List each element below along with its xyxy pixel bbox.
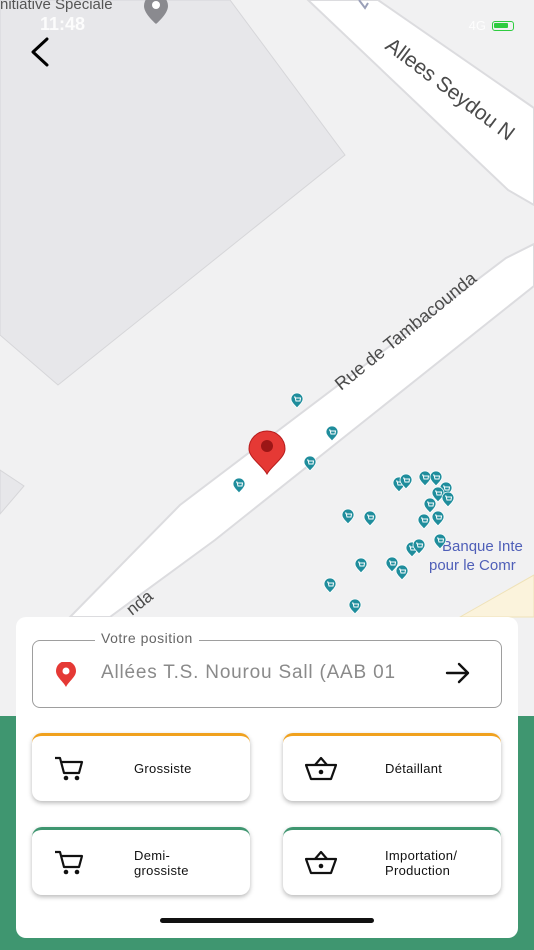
category-label: Détaillant [385, 736, 442, 801]
position-value[interactable]: Allées T.S. Nourou Sall (AAB 01 [101, 662, 441, 684]
shop-marker-icon[interactable] [290, 392, 304, 409]
category-label-line1: Importation/ [385, 847, 458, 863]
status-time: 11:48 [40, 14, 86, 34]
category-label: Demi- grossiste [134, 830, 189, 895]
shop-marker-icon[interactable] [418, 470, 432, 487]
shop-marker-icon[interactable] [323, 577, 337, 594]
basket-icon [305, 850, 337, 875]
category-label-text: Détaillant [385, 761, 443, 776]
shop-marker-icon[interactable] [395, 564, 409, 581]
arrow-right-icon[interactable] [445, 662, 471, 684]
bank-label-line1: Banque Inte [442, 538, 523, 555]
location-pin-icon [56, 662, 76, 687]
category-label-line2: grossiste [134, 862, 189, 878]
map-area-yellow [458, 574, 534, 618]
status-bar-right: 4G [469, 18, 514, 33]
poi-label: nitiative Spéciale [0, 0, 113, 13]
category-label: Grossiste [134, 736, 192, 801]
basket-icon [305, 756, 337, 781]
cart-icon [55, 756, 84, 781]
battery-icon [492, 20, 514, 31]
category-grossiste[interactable]: Grossiste [32, 733, 250, 801]
shop-marker-icon[interactable] [423, 497, 437, 514]
category-demi-grossiste[interactable]: Demi- grossiste [32, 827, 250, 895]
home-indicator[interactable] [160, 918, 374, 923]
bottom-panel: Votre position Allées T.S. Nourou Sall (… [16, 617, 518, 938]
chevron-left-icon [31, 37, 49, 67]
shop-marker-icon[interactable] [354, 557, 368, 574]
category-label: Importation/ Production [385, 830, 457, 895]
shop-marker-icon[interactable] [431, 510, 445, 527]
shop-marker-icon[interactable] [341, 508, 355, 525]
category-detaillant[interactable]: Détaillant [283, 733, 501, 801]
shop-marker-icon[interactable] [348, 598, 362, 615]
shop-marker-icon[interactable] [441, 491, 455, 508]
shop-marker-icon[interactable] [429, 470, 443, 487]
back-button[interactable] [22, 34, 58, 70]
position-field-label: Votre position [95, 630, 199, 646]
bank-label-line2: pour le Comr [429, 557, 516, 574]
shop-marker-icon[interactable] [417, 513, 431, 530]
network-indicator: 4G [468, 18, 486, 33]
map-building-block [0, 469, 25, 515]
cart-icon [55, 850, 84, 875]
shop-marker-icon[interactable] [363, 510, 377, 527]
category-label-text: Grossiste [134, 761, 192, 776]
category-label-line1: Demi- [134, 847, 171, 863]
category-importation-production[interactable]: Importation/ Production [283, 827, 501, 895]
category-label-line2: Production [385, 862, 451, 878]
position-field[interactable]: Votre position Allées T.S. Nourou Sall (… [32, 630, 502, 708]
